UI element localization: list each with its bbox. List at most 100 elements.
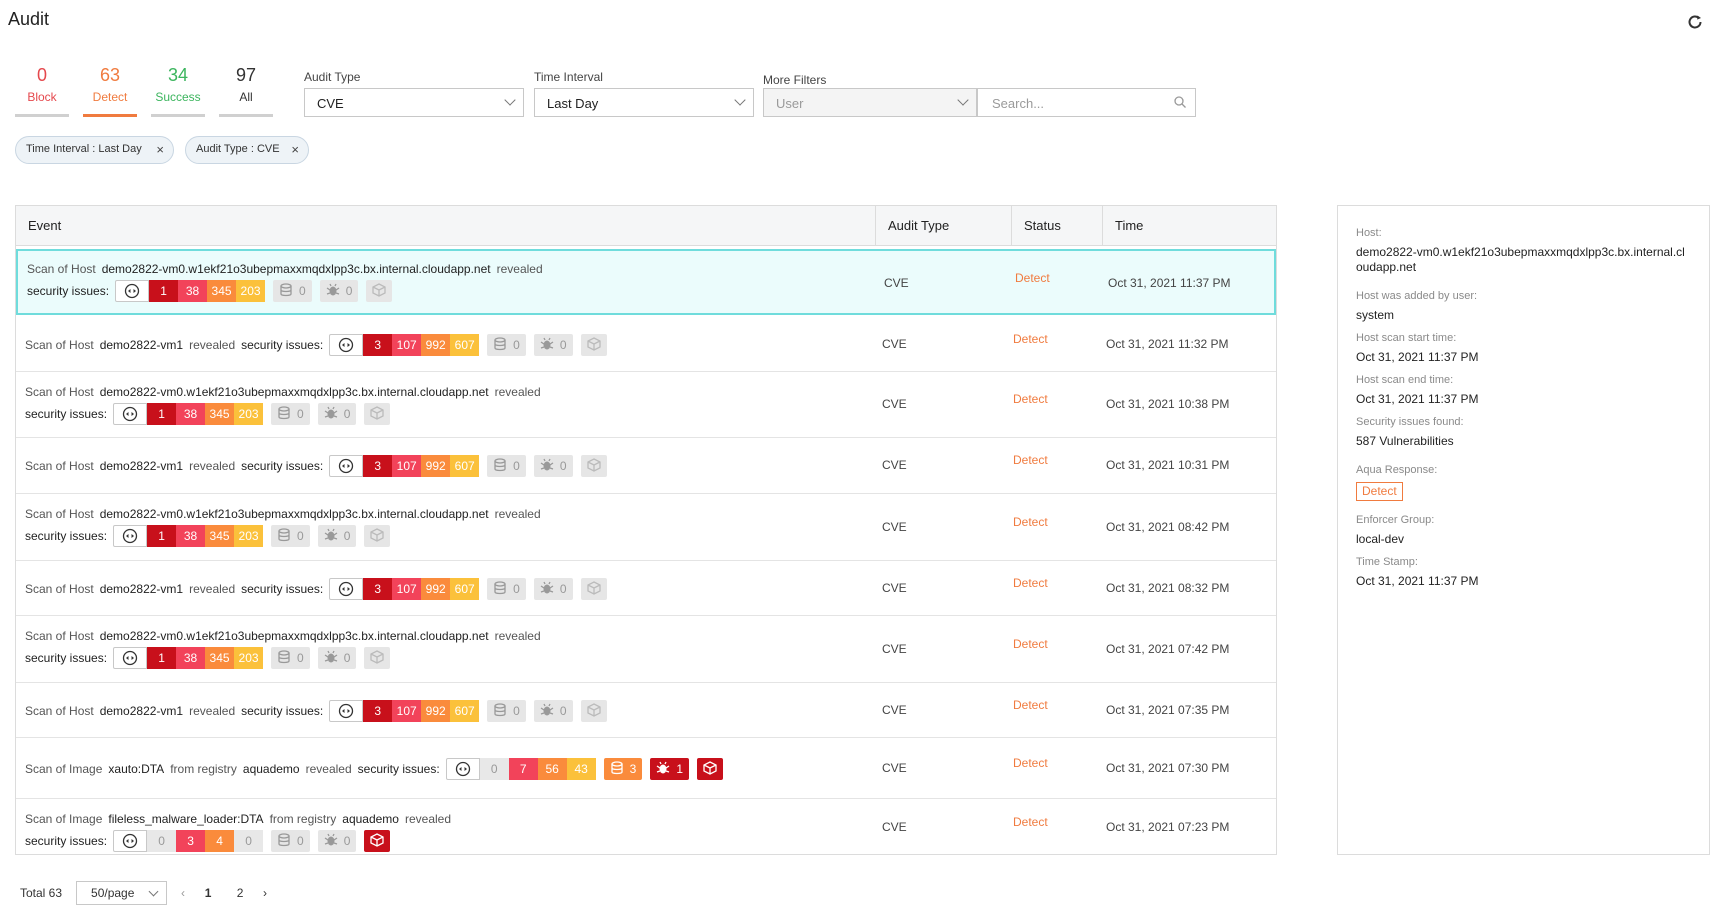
status-cell: Detect (1013, 515, 1048, 529)
column-header-time[interactable]: Time (1103, 206, 1276, 246)
medium-count: 992 (421, 578, 451, 600)
vulnerability-badge[interactable]: 3 107 992 607 (329, 334, 480, 356)
counter-all[interactable]: 97 All (219, 64, 273, 117)
database-icon (277, 405, 291, 423)
malware-badge[interactable]: 0 (533, 700, 573, 722)
package-badge[interactable] (364, 525, 391, 547)
table-row[interactable]: Scan of Host demo2822-vm1 revealed security… (16, 438, 1276, 494)
event-issues: security issues: 1 38 345 203 0 0 (25, 403, 391, 425)
column-header-status[interactable]: Status (1012, 206, 1103, 246)
event-prefix: Scan of Host (25, 629, 94, 643)
sensitive-data-badge[interactable]: 3 (603, 758, 643, 780)
next-page-icon[interactable]: › (263, 886, 267, 900)
event-prefix: Scan of Image (25, 762, 103, 776)
vulnerability-badge[interactable]: 0 7 56 43 (445, 758, 596, 780)
event-text: Scan of Host demo2822-vm1 revealed security… (25, 700, 607, 722)
malware-badge[interactable]: 1 (650, 758, 690, 780)
vulnerability-badge[interactable]: 1 38 345 203 (115, 280, 266, 302)
prev-page-icon[interactable]: ‹ (181, 886, 185, 900)
counter-block[interactable]: 0 Block (15, 64, 69, 117)
event-text: Scan of Host demo2822-vm1 revealed security… (25, 455, 607, 477)
package-badge[interactable] (697, 758, 724, 780)
counter-success[interactable]: 34 Success (151, 64, 205, 117)
sensitive-data-badge[interactable]: 0 (271, 403, 310, 425)
table-row[interactable]: Scan of Host demo2822-vm1 revealed security… (16, 561, 1276, 616)
security-issues-label: security issues: (241, 459, 324, 473)
security-issues-label: security issues: (25, 529, 108, 543)
table-row[interactable]: Scan of Host demo2822-vm0.w1ekf21o3ubepma… (16, 249, 1276, 315)
sensitive-data-count: 0 (299, 284, 306, 298)
filter-chip-audit-type: Audit Type : CVE × (185, 136, 309, 164)
vulnerability-badge[interactable]: 0340 (113, 830, 264, 852)
vulnerability-icon (445, 758, 480, 780)
malware-badge[interactable]: 0 (533, 334, 573, 356)
malware-badge[interactable]: 0 (317, 525, 357, 547)
bug-icon (656, 761, 670, 778)
refresh-icon[interactable] (1685, 12, 1705, 32)
sensitive-data-badge[interactable]: 0 (487, 700, 526, 722)
table-row[interactable]: Scan of Image fileless_malware_loader:DTA… (16, 799, 1276, 854)
sensitive-data-badge[interactable]: 0 (271, 525, 310, 547)
package-badge[interactable] (366, 280, 393, 302)
vulnerability-badge[interactable]: 1 38 345 203 (113, 403, 264, 425)
package-badge[interactable] (580, 455, 607, 477)
event-prefix: Scan of Host (25, 704, 94, 718)
malware-badge[interactable]: 0 (317, 830, 357, 852)
sensitive-data-badge[interactable]: 0 (271, 647, 310, 669)
counter-label: All (239, 90, 253, 104)
security-issues-label: security issues: (357, 762, 440, 776)
page-1-button[interactable]: 1 (199, 886, 217, 900)
database-icon (279, 282, 293, 300)
vulnerability-badge[interactable]: 3 107 992 607 (329, 455, 480, 477)
vulnerability-badge[interactable]: 3 107 992 607 (329, 700, 480, 722)
more-filters-select[interactable]: User (763, 88, 977, 117)
package-badge[interactable] (364, 830, 391, 852)
close-icon[interactable]: × (291, 143, 299, 156)
package-badge[interactable] (580, 700, 607, 722)
malware-badge[interactable]: 0 (317, 403, 357, 425)
package-badge[interactable] (580, 578, 607, 600)
search-input[interactable]: Search... (977, 88, 1196, 117)
page-2-button[interactable]: 2 (231, 886, 249, 900)
medium-count: 345 (207, 280, 237, 302)
sensitive-data-badge[interactable]: 0 (487, 455, 526, 477)
time-cell: Oct 31, 2021 07:23 PM (1106, 820, 1230, 834)
table-row[interactable]: Scan of Host demo2822-vm0.w1ekf21o3ubepma… (16, 494, 1276, 561)
event-suffix: revealed (305, 762, 352, 776)
audit-type-select[interactable]: CVE (304, 88, 524, 117)
sensitive-data-badge[interactable]: 0 (273, 280, 312, 302)
table-row[interactable]: Scan of Host demo2822-vm0.w1ekf21o3ubepma… (16, 372, 1276, 438)
table-row[interactable]: Scan of Host demo2822-vm1 revealed security… (16, 317, 1276, 372)
table-row[interactable]: Scan of Host demo2822-vm0.w1ekf21o3ubepma… (16, 616, 1276, 683)
counter-detect[interactable]: 63 Detect (83, 64, 137, 117)
table-row[interactable]: Scan of Host demo2822-vm1 revealed security… (16, 683, 1276, 738)
audit-type-value: CVE (317, 96, 344, 111)
malware-badge[interactable]: 0 (319, 280, 359, 302)
close-icon[interactable]: × (156, 143, 164, 156)
high-count: 107 (392, 700, 422, 722)
package-badge[interactable] (364, 647, 391, 669)
malware-badge[interactable]: 0 (533, 455, 573, 477)
page-size-select[interactable]: 50/page (76, 881, 168, 905)
malware-badge[interactable]: 0 (533, 578, 573, 600)
package-badge[interactable] (580, 334, 607, 356)
sensitive-data-badge[interactable]: 0 (271, 830, 310, 852)
low-count: 607 (450, 334, 480, 356)
column-header-audit-type[interactable]: Audit Type (876, 206, 1012, 246)
malware-count: 0 (559, 459, 567, 473)
event-text: Scan of Host demo2822-vm0.w1ekf21o3ubepma… (25, 629, 541, 643)
time-interval-select[interactable]: Last Day (534, 88, 754, 117)
table-row[interactable]: Scan of Image xauto:DTA from registry aquad… (16, 738, 1276, 799)
detail-added-label: Host was added by user: (1356, 290, 1478, 302)
vulnerability-badge[interactable]: 1 38 345 203 (113, 647, 264, 669)
sensitive-data-badge[interactable]: 0 (487, 578, 526, 600)
counter-label: Success (155, 90, 201, 104)
column-header-event[interactable]: Event (16, 206, 876, 246)
detail-host-label: Host: (1356, 227, 1382, 239)
malware-badge[interactable]: 0 (317, 647, 357, 669)
vulnerability-badge[interactable]: 3 107 992 607 (329, 578, 480, 600)
table-header: Event Audit Type Status Time (16, 206, 1276, 246)
sensitive-data-badge[interactable]: 0 (487, 334, 526, 356)
vulnerability-badge[interactable]: 1 38 345 203 (113, 525, 264, 547)
package-badge[interactable] (364, 403, 391, 425)
